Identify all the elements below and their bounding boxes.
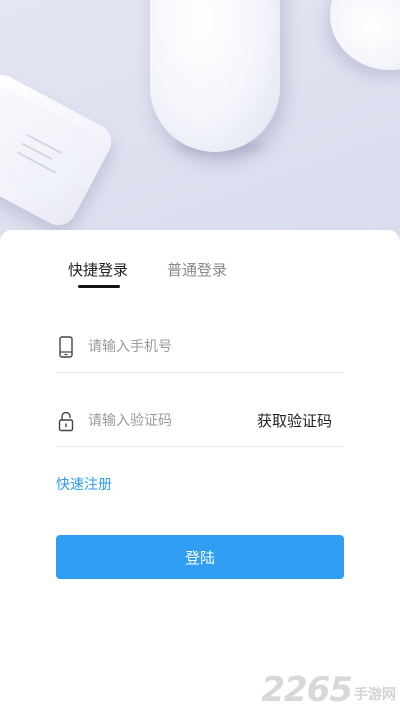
quick-register-link[interactable]: 快速注册 <box>56 475 112 495</box>
mouse-decoration <box>150 0 280 152</box>
lock-icon <box>56 409 76 433</box>
cup-decoration <box>330 0 400 70</box>
watermark-name: 手游网 <box>354 687 396 703</box>
phone-decoration-line <box>16 151 57 174</box>
watermark-number: 2265 <box>261 670 353 710</box>
phone-icon <box>56 335 76 359</box>
tab-normal-login-label: 普通登录 <box>167 261 228 279</box>
active-tab-indicator <box>78 285 120 288</box>
get-code-button[interactable]: 获取验证码 <box>257 409 332 433</box>
phone-field-row <box>56 322 344 373</box>
tab-normal-login[interactable]: 普通登录 <box>167 260 227 290</box>
login-tabs: 快捷登录 普通登录 <box>68 260 227 290</box>
phone-decoration-line <box>26 133 63 155</box>
site-watermark: 2265 手游网 <box>261 673 396 707</box>
phone-decoration <box>0 68 118 232</box>
login-card: 快捷登录 普通登录 请输入手机号 请输入验证码 获取验证码 快速注册 登陆 <box>0 230 400 711</box>
phone-decoration-screen <box>0 83 93 206</box>
code-field-row: 获取验证码 <box>56 396 344 447</box>
verification-code-input[interactable] <box>88 409 248 433</box>
tab-quick-login[interactable]: 快捷登录 <box>68 260 128 290</box>
hero-image <box>0 0 400 250</box>
login-button[interactable]: 登陆 <box>56 535 344 579</box>
tab-quick-login-label: 快捷登录 <box>68 261 129 279</box>
phone-input[interactable] <box>88 335 248 359</box>
login-screen: 快捷登录 普通登录 请输入手机号 请输入验证码 获取验证码 快速注册 登陆 22… <box>0 0 400 711</box>
